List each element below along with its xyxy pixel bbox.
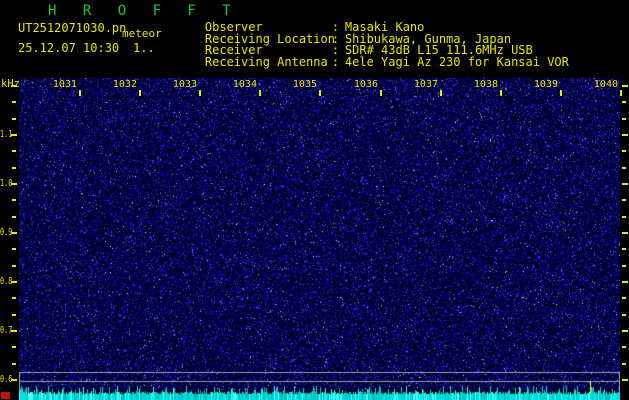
time-axis-tick	[620, 90, 622, 96]
freq-axis-label: 1.1	[0, 129, 13, 140]
red-level-indicator	[1, 392, 10, 399]
freq-axis-tick-right	[622, 330, 628, 332]
freq-axis-tick-left	[12, 118, 16, 120]
freq-axis-tick-right	[622, 297, 626, 299]
hrofft-window: H R O F F T UT2512071030.pn meteor 25.12…	[0, 0, 629, 400]
freq-axis-tick-left	[12, 265, 16, 267]
freq-axis-tick-left	[12, 248, 16, 250]
frequency-unit-label: kHz	[1, 78, 20, 90]
echo-counter: 1..	[133, 41, 155, 55]
freq-axis-tick-left	[12, 101, 16, 103]
freq-axis-tick-left	[12, 314, 16, 316]
freq-axis-tick-right	[622, 101, 626, 103]
time-axis-label: 1039	[533, 79, 558, 90]
time-axis-tick	[79, 90, 81, 96]
freq-axis-tick-right	[622, 216, 626, 218]
freq-axis-tick-right	[622, 379, 628, 381]
freq-axis-tick-right	[622, 150, 626, 152]
freq-axis-tick-left	[11, 85, 17, 87]
freq-axis-tick-left	[12, 297, 16, 299]
time-axis-tick	[380, 90, 382, 96]
time-axis-label: 1033	[172, 79, 197, 90]
freq-axis-tick-right	[622, 281, 628, 283]
observation-tag: meteor	[122, 27, 162, 40]
info-label: Receiving Antenna	[204, 55, 328, 69]
freq-axis-tick-left	[12, 363, 16, 365]
freq-axis-tick-right	[622, 265, 626, 267]
info-row: Receiver: SDR# 43dB L15 111.6MHz USB	[176, 29, 533, 57]
time-axis-tick	[560, 90, 562, 96]
freq-axis-tick-right	[622, 118, 626, 120]
freq-axis-tick-right	[622, 232, 628, 234]
freq-axis-tick-right	[622, 363, 626, 365]
freq-axis-tick-right	[622, 248, 626, 250]
time-axis-tick	[319, 90, 321, 96]
spectrogram-canvas	[19, 78, 620, 400]
info-row: Receiving Antenna:4ele Yagi Az 230 for K…	[176, 41, 569, 69]
time-axis-label: 1040	[593, 79, 618, 90]
time-axis-label: 1031	[52, 79, 77, 90]
info-colon: :	[331, 55, 340, 69]
output-filename: UT2512071030.pn	[18, 21, 127, 35]
freq-axis-label: 0.8	[0, 276, 13, 287]
freq-axis-tick-right	[622, 314, 626, 316]
time-axis-tick	[139, 90, 141, 96]
time-axis-tick	[259, 90, 261, 96]
freq-axis-label: 0.7	[0, 325, 13, 336]
time-axis-tick	[500, 90, 502, 96]
freq-axis-tick-right	[622, 167, 626, 169]
time-axis-label: 1032	[112, 79, 137, 90]
time-axis-label: 1036	[353, 79, 378, 90]
freq-axis-tick-right	[622, 183, 628, 185]
freq-axis-label: 0.9	[0, 227, 13, 238]
freq-axis-label: 0.6	[0, 374, 13, 385]
info-row: Observer: Masaki Kano	[176, 6, 424, 34]
time-axis-label: 1035	[292, 79, 317, 90]
time-axis-label: 1038	[473, 79, 498, 90]
timestamp: 25.12.07 10:30	[18, 41, 120, 55]
freq-axis-tick-left	[12, 167, 16, 169]
freq-axis-tick-left	[12, 150, 16, 152]
time-axis-label: 1037	[413, 79, 438, 90]
freq-axis-label: 1.0	[0, 178, 13, 189]
freq-axis-tick-left	[12, 199, 16, 201]
freq-axis-tick-right	[622, 199, 626, 201]
time-axis-tick	[440, 90, 442, 96]
info-value: 4ele Yagi Az 230 for Kansai VOR	[344, 55, 569, 69]
freq-axis-tick-right	[622, 85, 628, 87]
freq-axis-tick-right	[622, 346, 626, 348]
freq-axis-tick-right	[622, 134, 628, 136]
time-axis-label: 1034	[232, 79, 257, 90]
time-axis-tick	[199, 90, 201, 96]
freq-axis-tick-left	[12, 346, 16, 348]
freq-axis-tick-left	[12, 216, 16, 218]
